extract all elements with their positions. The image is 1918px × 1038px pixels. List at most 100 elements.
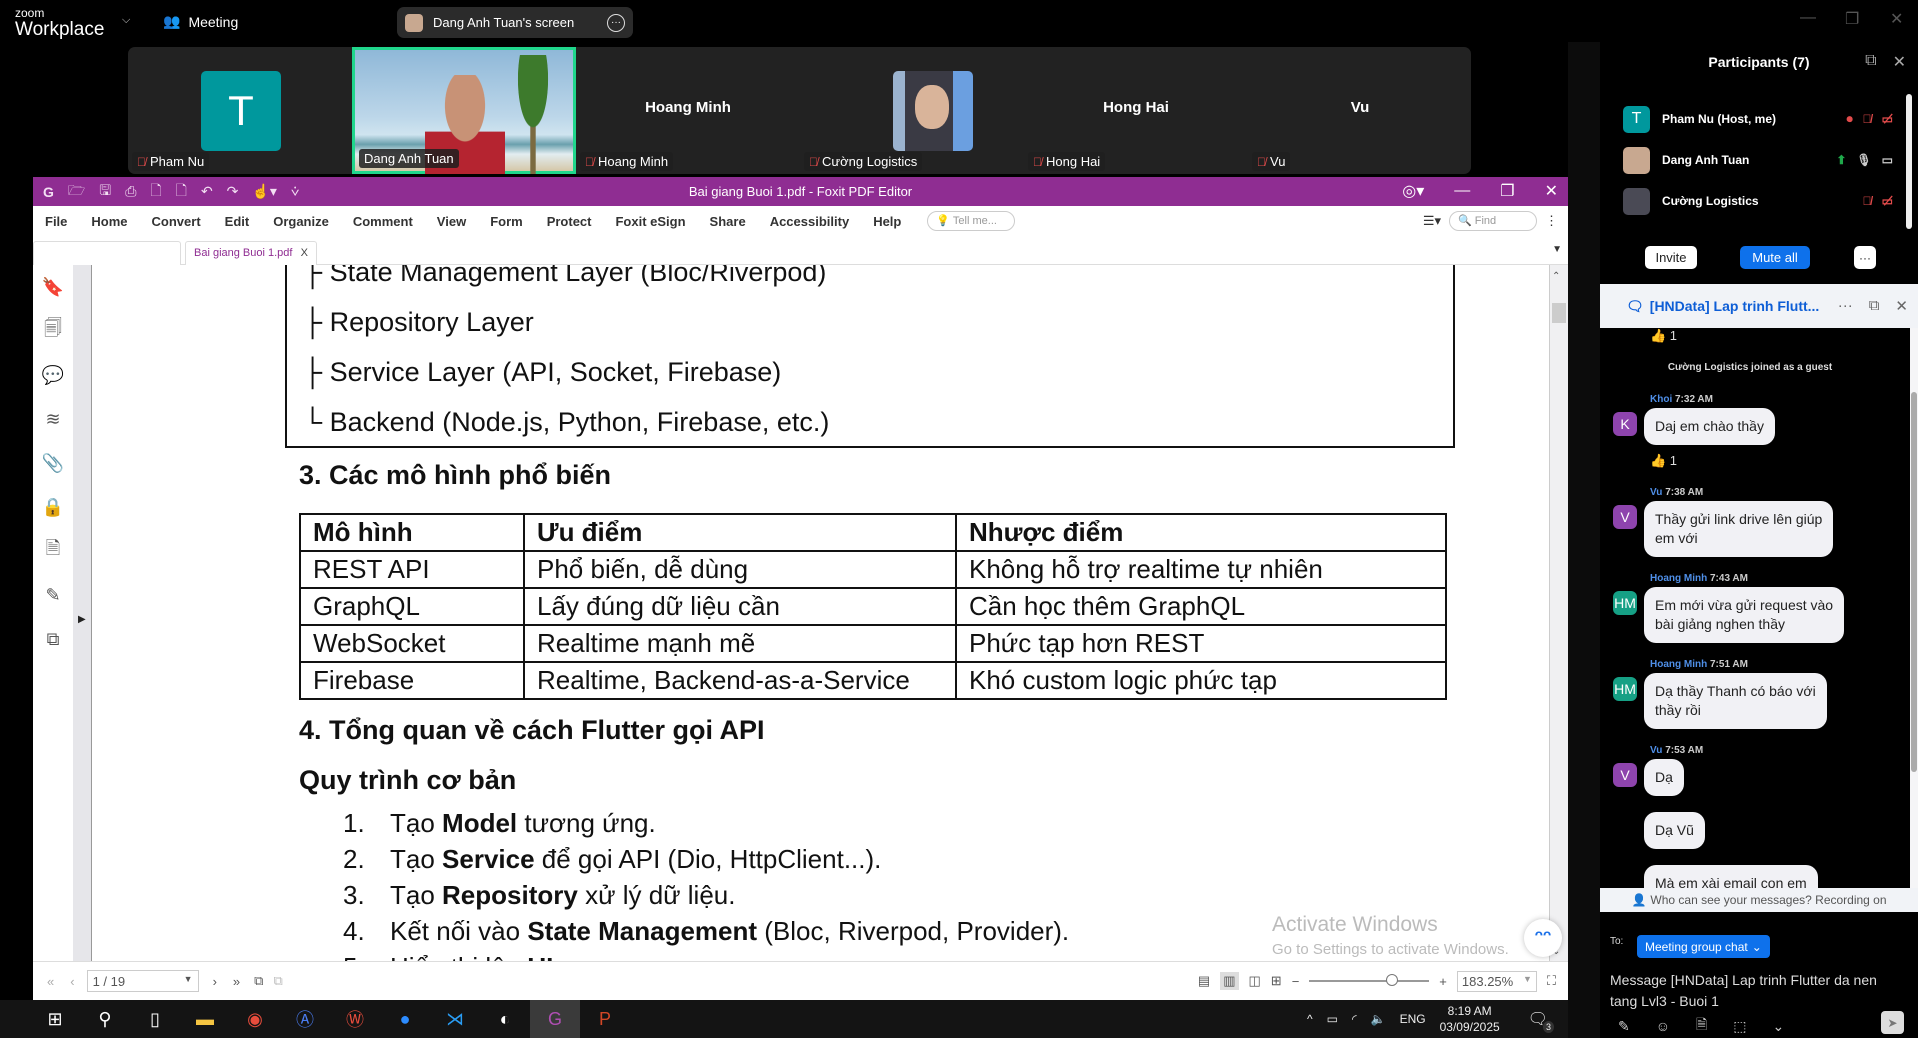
next-page-icon[interactable]: ›	[213, 974, 217, 989]
scroll-thumb[interactable]	[1911, 392, 1917, 772]
open-icon[interactable]: 🗁	[68, 180, 85, 204]
chrome-icon[interactable]: ◉	[230, 1000, 280, 1038]
minimize-icon[interactable]: —	[1800, 9, 1816, 27]
last-page-icon[interactable]: »	[233, 974, 240, 989]
new-icon[interactable]: 🗋	[176, 180, 187, 204]
tab-start[interactable]: Start	[33, 241, 181, 265]
menu-edit[interactable]: Edit	[225, 214, 250, 229]
tab-document[interactable]: Bai giang Buoi 1.pdf X	[185, 241, 317, 265]
restore-icon[interactable]: ❐	[1500, 181, 1514, 201]
account-icon[interactable]: ◎▾	[1402, 181, 1424, 201]
video-tile[interactable]: Hoang Minh 🎙̸ Hoang Minh	[576, 47, 800, 174]
vscode-icon[interactable]: ⋊	[430, 1000, 480, 1038]
menu-help[interactable]: Help	[873, 214, 901, 229]
chat-scrollbar[interactable]	[1910, 328, 1918, 888]
chevron-down-icon[interactable]: ⌵	[122, 14, 130, 27]
form-icon[interactable]: 🗎	[33, 529, 73, 573]
mic-icon[interactable]: 🎙	[1856, 153, 1871, 167]
screen-share-indicator[interactable]: Dang Anh Tuan's screen ···	[397, 7, 633, 38]
video-off-icon[interactable]: ▭̸	[1882, 194, 1893, 208]
security-icon[interactable]: 🔒	[33, 485, 73, 529]
attachments-icon[interactable]: 📎	[33, 441, 73, 485]
chevron-down-icon[interactable]: ⌄	[1773, 1018, 1785, 1035]
zoom-slider[interactable]	[1309, 974, 1430, 986]
volume-icon[interactable]: 🔈	[1371, 1012, 1386, 1026]
mic-muted-icon[interactable]: 🎙̸	[1863, 112, 1872, 126]
video-icon[interactable]: ▭	[1882, 153, 1893, 167]
reaction[interactable]: 👍 1	[1650, 453, 1677, 469]
recording-icon[interactable]: ⏺	[1847, 112, 1853, 127]
zoom-slider-knob[interactable]	[1386, 974, 1399, 986]
message-input[interactable]: Message [HNData] Lap trinh Flutter da ne…	[1610, 970, 1900, 1012]
pdf-page-view[interactable]: ├ State Management Layer (Bloc/Riverpod)…	[93, 265, 1549, 961]
restore-icon[interactable]: ❐	[1845, 9, 1859, 29]
battery-icon[interactable]: ▭	[1327, 1012, 1338, 1026]
tell-me-input[interactable]: 💡 Tell me...	[927, 211, 1016, 231]
save-icon[interactable]: 🖫	[99, 180, 111, 204]
chat-message[interactable]: Dạ Vũ	[1644, 812, 1705, 849]
file-icon[interactable]: 🗎	[1696, 1014, 1707, 1038]
scroll-thumb[interactable]	[1552, 303, 1566, 323]
scroll-up-icon[interactable]: ⌃	[1552, 271, 1560, 282]
zoom-level-select[interactable]: 183.25% ▼	[1456, 970, 1537, 992]
file-explorer-icon[interactable]: ▬	[180, 1000, 230, 1038]
next-view-icon[interactable]: ⧉	[273, 973, 282, 989]
close-tab-icon[interactable]: X	[301, 247, 308, 259]
find-input[interactable]: 🔍 Find	[1449, 211, 1537, 231]
foxit-icon[interactable]: G	[530, 1000, 580, 1038]
continuous-facing-icon[interactable]: ⊞	[1271, 973, 1282, 989]
menu-convert[interactable]: Convert	[152, 214, 201, 229]
close-icon[interactable]: ✕	[1893, 52, 1906, 72]
chat-message[interactable]: Thầy gửi link drive lên giúp em với	[1644, 501, 1834, 557]
vertical-scrollbar[interactable]: ⌃ ⌄	[1549, 265, 1568, 961]
tab-list-dropdown-icon[interactable]: ▼	[1552, 244, 1562, 255]
menu-form[interactable]: Form	[490, 214, 523, 229]
video-tile[interactable]: Vu 🎙̸ Vu	[1248, 47, 1471, 174]
first-page-icon[interactable]: «	[47, 974, 54, 989]
participant-row[interactable]: Dang Anh Tuan ⬆ 🎙 ▭	[1623, 145, 1893, 175]
reaction[interactable]: 👍 1	[1650, 328, 1677, 344]
previous-view-icon[interactable]: ⧉	[254, 973, 263, 989]
meeting-menu[interactable]: 👥 Meeting	[163, 13, 238, 30]
wifi-icon[interactable]: ◜	[1352, 1012, 1357, 1026]
participants-scrollbar[interactable]	[1906, 94, 1912, 229]
menu-foxit-esign[interactable]: Foxit eSign	[615, 214, 685, 229]
menu-home[interactable]: Home	[91, 214, 127, 229]
zoom-in-icon[interactable]: +	[1439, 974, 1447, 989]
more-icon[interactable]: ···	[1838, 297, 1853, 315]
facing-icon[interactable]: ◫	[1249, 973, 1261, 989]
zoom-dropdown-icon[interactable]: ▼	[1523, 974, 1532, 989]
more-vert-icon[interactable]: ⋮	[1545, 213, 1558, 229]
bookmark-icon[interactable]: 🔖	[33, 265, 73, 309]
more-button[interactable]: ···	[1854, 246, 1876, 269]
layers-icon[interactable]: ≋	[33, 397, 73, 441]
chat-message[interactable]: Dạ	[1644, 759, 1684, 796]
search-options-icon[interactable]: ☰▾	[1423, 213, 1441, 229]
search-icon[interactable]: ⚲	[80, 1000, 130, 1038]
show-hidden-icons[interactable]: ^	[1307, 1012, 1313, 1026]
continuous-page-icon[interactable]: ▥	[1220, 972, 1239, 990]
windows-start-icon[interactable]: ⊞	[30, 1000, 80, 1038]
menu-view[interactable]: View	[437, 214, 466, 229]
page-dropdown-icon[interactable]: ▼	[184, 974, 193, 988]
menu-share[interactable]: Share	[710, 214, 746, 229]
minimize-icon[interactable]: —	[1454, 182, 1470, 200]
video-off-icon[interactable]: ▭̸	[1882, 112, 1893, 126]
notification-icon[interactable]: 🗨 3	[1528, 1009, 1554, 1033]
chat-messages[interactable]: 👍 1 Cường Logistics joined as a guest Kh…	[1600, 328, 1918, 888]
menu-accessibility[interactable]: Accessibility	[770, 214, 850, 229]
more-icon[interactable]: ···	[607, 13, 625, 32]
menu-organize[interactable]: Organize	[273, 214, 329, 229]
comments-icon[interactable]: 💬	[33, 353, 73, 397]
close-icon[interactable]: ✕	[1545, 181, 1558, 201]
chat-message[interactable]: Em mới vừa gửi request vào bài giảng nghe…	[1644, 587, 1845, 643]
participant-row[interactable]: T Pham Nu (Host, me) ⏺ 🎙̸ ▭̸	[1623, 104, 1893, 134]
video-tile-active[interactable]: Dang Anh Tuan	[352, 47, 576, 174]
redo-icon[interactable]: ↷	[227, 183, 239, 200]
app-icon[interactable]: Ⓐ	[280, 1000, 330, 1038]
chat-message[interactable]: Mà em xài email con em	[1644, 865, 1818, 888]
close-icon[interactable]: ✕	[1890, 9, 1903, 29]
task-view-icon[interactable]: ▯	[130, 1000, 180, 1038]
send-button[interactable]: ➤	[1881, 1011, 1904, 1034]
share-screen-icon[interactable]: ⬆	[1836, 153, 1846, 167]
